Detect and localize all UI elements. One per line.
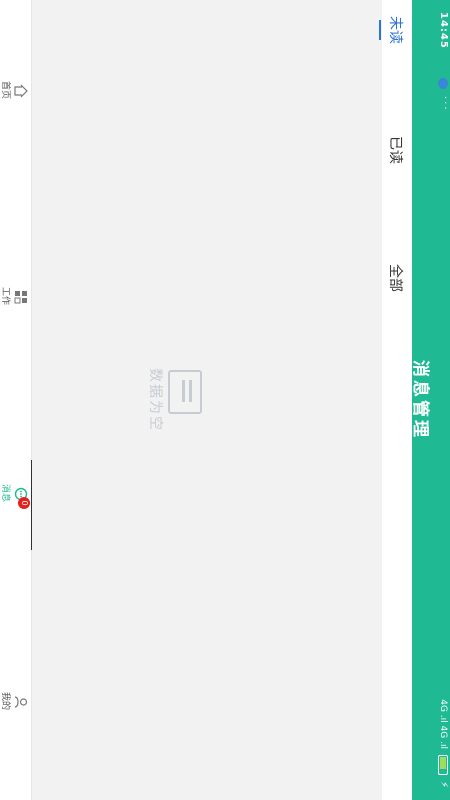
nav-me-label: 我的 bbox=[0, 691, 10, 710]
charging-icon: ⚡ bbox=[438, 780, 449, 788]
nav-messages[interactable]: 0 消息 bbox=[0, 463, 31, 523]
status-time: 14:45 bbox=[438, 12, 449, 49]
empty-state: 数据为空 bbox=[122, 345, 202, 455]
empty-box-icon bbox=[168, 370, 202, 414]
tab-unread[interactable]: 未读 bbox=[386, 0, 406, 60]
bottom-nav: 首页 工作 0 消息 我的 bbox=[0, 0, 32, 800]
notification-icon bbox=[438, 78, 448, 89]
nav-messages-label: 消息 bbox=[0, 483, 10, 502]
home-icon bbox=[14, 84, 28, 98]
battery-icon bbox=[438, 754, 449, 775]
tab-all[interactable]: 全部 bbox=[386, 248, 406, 308]
grid-icon bbox=[14, 291, 27, 304]
page-title: 消息管理 bbox=[410, 360, 430, 440]
nav-home-label: 首页 bbox=[0, 80, 10, 99]
status-bar: 14:45 ··· 4G .ıl 4G .ıl ⚡ bbox=[436, 0, 450, 800]
message-badge: 0 bbox=[18, 497, 30, 509]
nav-work-label: 工作 bbox=[0, 286, 10, 305]
app-screen: 14:45 ··· 4G .ıl 4G .ıl ⚡ 消息管理 未读 已读 全部 … bbox=[0, 0, 450, 800]
tab-read[interactable]: 已读 bbox=[386, 120, 406, 180]
user-icon bbox=[14, 696, 28, 708]
tab-bar: 未读 已读 全部 bbox=[382, 0, 412, 800]
nav-work[interactable]: 工作 bbox=[0, 266, 31, 326]
nav-home[interactable]: 首页 bbox=[0, 60, 31, 120]
nav-me[interactable]: 我的 bbox=[0, 671, 31, 731]
status-dots: ··· bbox=[439, 96, 450, 112]
header-bar: 14:45 ··· 4G .ıl 4G .ıl ⚡ 消息管理 bbox=[410, 0, 450, 800]
empty-text: 数据为空 bbox=[147, 368, 163, 432]
signal-icon: 4G .ıl 4G .ıl bbox=[438, 699, 449, 749]
status-right: 4G .ıl 4G .ıl ⚡ bbox=[438, 699, 449, 788]
